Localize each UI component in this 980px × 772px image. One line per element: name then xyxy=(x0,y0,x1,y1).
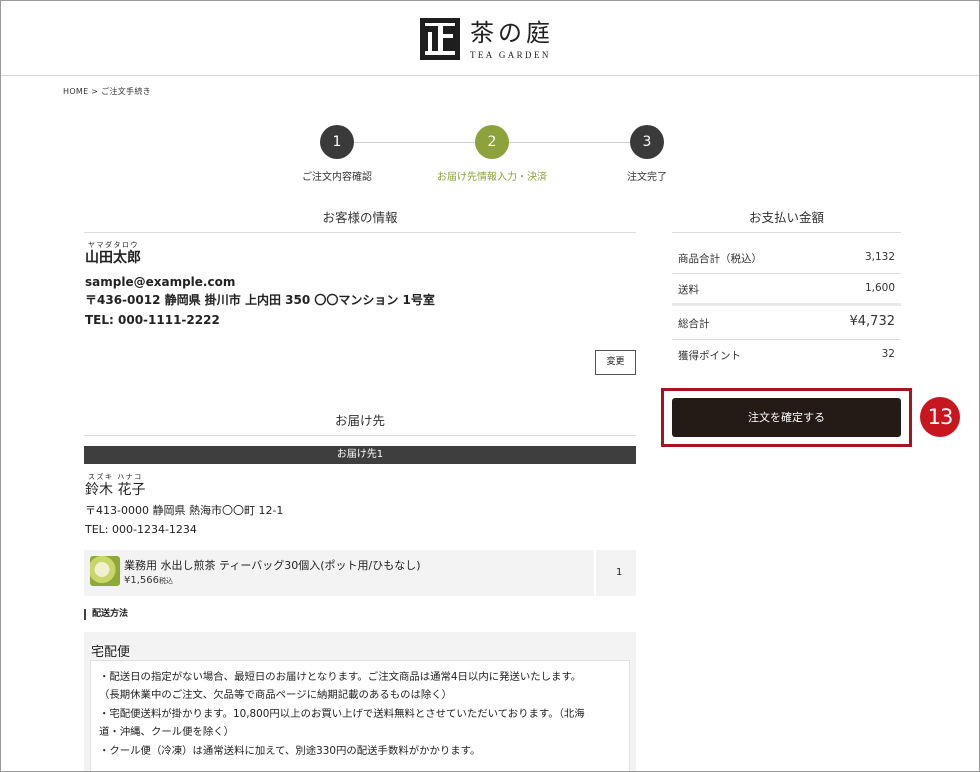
recipient-name: 鈴木 花子 xyxy=(85,482,146,498)
customer-address: 〒436-0012 静岡県 掛川市 上内田 350 〇〇マンション 1号室 xyxy=(85,293,435,307)
customer-name: 山田太郎 xyxy=(85,250,141,266)
points-label: 獲得ポイント xyxy=(678,350,741,362)
delivery-destination-bar: お届け先1 xyxy=(84,446,636,464)
points-row: 獲得ポイント 32 xyxy=(672,340,901,371)
shipping-note: ・配送日の指定がない場合、最短日のお届けとなります。ご注文商品は通常4日以内に発… xyxy=(99,671,582,683)
product-quantity: 1 xyxy=(616,567,623,578)
breadcrumb: HOME > ご注文手続き xyxy=(63,87,151,96)
shipping-method-name: 宅配便 xyxy=(91,645,131,660)
recipient-address: 〒413-0000 静岡県 熱海市〇〇町 12-1 xyxy=(85,504,284,517)
step-1-number: 1 xyxy=(320,125,354,159)
step-1-label: ご注文内容確認 xyxy=(302,172,372,183)
change-customer-button[interactable]: 変更 xyxy=(595,350,636,375)
customer-tel: TEL: 000-1111-2222 xyxy=(85,313,220,327)
subtotal-label: 商品合計（税込） xyxy=(678,253,762,265)
shipping-fee-value: 1,600 xyxy=(864,282,895,294)
subtotal-value: 3,132 xyxy=(864,251,895,263)
shipping-note: 道・沖縄、クール便を除く） xyxy=(99,726,235,739)
divider xyxy=(84,435,636,436)
site-logo[interactable]: 茶の庭 TEA GARDEN xyxy=(420,18,554,60)
checkout-steps: 1 ご注文内容確認 2 お届け先情報入力・決済 3 注文完了 xyxy=(251,125,731,185)
step-2-label: お届け先情報入力・決済 xyxy=(437,172,547,183)
shipping-note: （長期休業中のご注文、欠品等で商品ページに納期記載のあるものは除く） xyxy=(99,689,453,702)
shipping-method-box: 宅配便 ・配送日の指定がない場合、最短日のお届けとなります。ご注文商品は通常4日… xyxy=(84,632,636,771)
shipping-fee-label: 送料 xyxy=(678,284,699,296)
product-price-value: ¥1,566 xyxy=(124,575,159,586)
step-3: 3 注文完了 xyxy=(577,125,717,183)
step-2-number: 2 xyxy=(475,125,509,159)
customer-section-title: お客様の情報 xyxy=(322,210,398,225)
points-value: 32 xyxy=(881,348,895,360)
total-value: ¥4,732 xyxy=(849,314,896,329)
divider xyxy=(672,232,901,233)
customer-name-ruby: ヤマダタロウ xyxy=(88,241,139,249)
delivery-section-title: お届け先 xyxy=(334,413,385,428)
product-thumbnail[interactable] xyxy=(90,556,120,586)
product-price: ¥1,566税込 xyxy=(124,575,173,586)
recipient-tel: TEL: 000-1234-1234 xyxy=(85,523,197,536)
step-2: 2 お届け先情報入力・決済 xyxy=(422,125,562,183)
logo-english: TEA GARDEN xyxy=(470,50,551,60)
page-frame: 茶の庭 TEA GARDEN HOME > ご注文手続き 1 ご注文内容確認 2… xyxy=(0,0,980,772)
shipping-note: ・クール便（冷凍）は通常送料に加えて、別途330円の配送手数料がかかります。 xyxy=(99,744,481,757)
shipping-notes: ・配送日の指定がない場合、最短日のお届けとなります。ご注文商品は通常4日以内に発… xyxy=(90,660,630,771)
logo-japanese: 茶の庭 xyxy=(470,19,554,47)
step-3-label: 注文完了 xyxy=(627,172,667,183)
product-price-tax-note: 税込 xyxy=(159,577,173,585)
customer-email: sample@example.com xyxy=(85,275,236,289)
total-row: 総合計 ¥4,732 xyxy=(672,306,901,340)
qty-divider xyxy=(594,550,596,596)
annotation-marker: 13 xyxy=(920,397,960,437)
shipping-fee-row: 送料 1,600 xyxy=(672,274,901,303)
shipping-method-heading: 配送方法 xyxy=(84,609,128,620)
divider xyxy=(84,232,636,233)
customer-info: ヤマダタロウ 山田太郎 sample@example.com 〒436-0012… xyxy=(85,241,435,329)
product-name[interactable]: 業務用 水出し煎茶 ティーバッグ30個入(ポット用/ひもなし) xyxy=(124,557,421,573)
order-item-row: 業務用 水出し煎茶 ティーバッグ30個入(ポット用/ひもなし) ¥1,566税込… xyxy=(84,550,636,596)
recipient-name-ruby: スズキ ハナコ xyxy=(88,473,143,481)
delivery-address-block: スズキ ハナコ 鈴木 花子 〒413-0000 静岡県 熱海市〇〇町 12-1 … xyxy=(85,473,283,539)
shipping-note: ・宅配便送料が掛かります。10,800円以上のお買い上げで送料無料とさせていただ… xyxy=(99,707,585,720)
step-3-number: 3 xyxy=(630,125,664,159)
logo-mark-icon xyxy=(420,18,460,60)
confirm-order-button[interactable]: 注文を確定する xyxy=(672,398,901,437)
payment-section-title: お支払い金額 xyxy=(748,210,824,225)
site-header: 茶の庭 TEA GARDEN xyxy=(1,1,979,76)
subtotal-row: 商品合計（税込） 3,132 xyxy=(672,243,901,274)
step-1: 1 ご注文内容確認 xyxy=(267,125,407,183)
total-label: 総合計 xyxy=(678,318,710,330)
